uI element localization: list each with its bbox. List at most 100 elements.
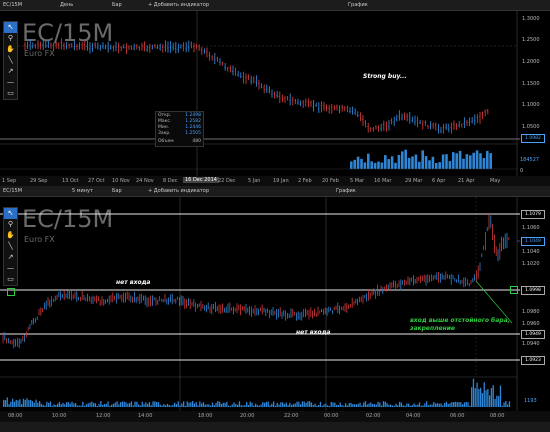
volume-bar bbox=[471, 387, 473, 407]
volume-bar bbox=[395, 403, 397, 407]
date-tick: 24 Nov bbox=[136, 178, 154, 184]
top-add-indicator-button[interactable]: + Добавить индикатор bbox=[148, 0, 209, 10]
bottom-timeframe-selector[interactable]: 5 минут bbox=[72, 186, 93, 196]
bottom-add-indicator-button[interactable]: + Добавить индикатор bbox=[148, 186, 209, 196]
volume-bar bbox=[28, 400, 30, 407]
bottom-symbol-selector[interactable]: EC/15M bbox=[3, 186, 22, 196]
date-tick: 16 Dec 2014 bbox=[183, 177, 219, 183]
volume-bar bbox=[475, 150, 479, 169]
volume-bar bbox=[339, 402, 341, 407]
volume-bar bbox=[215, 402, 217, 407]
entry-annotation: вход выше отстойного бара, закрепление bbox=[410, 317, 510, 332]
rectangle-tool-icon[interactable]: ▭ bbox=[4, 88, 17, 99]
top-price-tick: 1.2000 bbox=[522, 59, 540, 65]
zoom-tool-icon[interactable]: ⚲ bbox=[4, 33, 17, 44]
top-chart-type-selector[interactable]: Бар bbox=[112, 0, 122, 10]
top-chart-pane[interactable]: EC/15M Euro FX ↖ ⚲ ✋ ╲ ↗ — ▭ Откр. 1.2498… bbox=[0, 11, 550, 177]
line-tool-icon[interactable]: ╲ bbox=[4, 55, 17, 66]
volume-bar bbox=[183, 401, 185, 407]
volume-bar bbox=[411, 405, 413, 407]
time-tick: 22:00 bbox=[284, 413, 299, 419]
volume-bar bbox=[465, 154, 469, 169]
horizontal-line-tool-icon[interactable]: — bbox=[4, 77, 17, 88]
no-entry-annotation-1: нет входа bbox=[116, 279, 151, 286]
volume-bar bbox=[44, 405, 46, 407]
volume-bar bbox=[438, 403, 440, 407]
volume-bar bbox=[482, 158, 486, 169]
volume-bar bbox=[451, 402, 453, 407]
volume-bar bbox=[420, 405, 422, 407]
volume-bar bbox=[17, 400, 19, 407]
volume-bar bbox=[130, 401, 133, 407]
volume-bar bbox=[69, 403, 71, 407]
volume-bar bbox=[103, 403, 106, 407]
volume-bar bbox=[26, 398, 28, 407]
volume-bar bbox=[285, 402, 287, 407]
horizontal-line-tool-icon[interactable]: — bbox=[4, 263, 17, 274]
volume-bar bbox=[262, 402, 264, 407]
date-tick: 21 Apr bbox=[458, 178, 475, 184]
volume-bar bbox=[222, 402, 224, 407]
volume-bar bbox=[458, 150, 462, 169]
volume-bar bbox=[397, 154, 401, 169]
volume-bar bbox=[422, 405, 424, 407]
volume-bar bbox=[111, 404, 113, 407]
volume-bar bbox=[428, 160, 431, 169]
right-level-marker[interactable] bbox=[510, 286, 518, 294]
volume-bar bbox=[370, 402, 372, 407]
volume-bar bbox=[424, 403, 426, 407]
volume-bar bbox=[91, 401, 93, 407]
volume-bar bbox=[174, 402, 176, 407]
volume-bar bbox=[30, 399, 32, 407]
top-timeframe-selector[interactable]: День bbox=[60, 0, 73, 10]
volume-bar bbox=[8, 404, 10, 407]
volume-bar bbox=[132, 405, 134, 407]
status-bar bbox=[0, 422, 550, 432]
bottom-price-tick: 1.1060 bbox=[522, 225, 540, 231]
volume-bar bbox=[350, 161, 353, 169]
hand-tool-icon[interactable]: ✋ bbox=[4, 44, 17, 55]
volume-bar bbox=[404, 149, 407, 169]
hand-tool-icon[interactable]: ✋ bbox=[4, 230, 17, 241]
volume-bar bbox=[168, 404, 170, 407]
volume-bar bbox=[19, 399, 21, 407]
volume-bar bbox=[409, 405, 412, 407]
date-tick: 13 Oct bbox=[62, 178, 79, 184]
volume-bar bbox=[197, 405, 199, 407]
ray-tool-icon[interactable]: ↗ bbox=[4, 252, 17, 263]
volume-bar bbox=[139, 405, 142, 407]
bottom-chart-type-selector[interactable]: Бар bbox=[112, 186, 122, 196]
volume-bar bbox=[301, 401, 304, 407]
bottom-chart-pane[interactable]: EC/15M Euro FX ↖ ⚲ ✋ ╲ ↗ — ▭ нет входа н… bbox=[0, 197, 550, 422]
volume-bar bbox=[414, 154, 418, 169]
volume-bar bbox=[37, 402, 39, 407]
volume-bar bbox=[407, 157, 411, 169]
volume-bar bbox=[172, 404, 174, 407]
volume-bar bbox=[359, 402, 361, 407]
date-tick: 8 Dec bbox=[163, 178, 178, 184]
volume-bar bbox=[328, 405, 331, 407]
volume-bar bbox=[467, 402, 469, 407]
volume-bar bbox=[441, 154, 445, 169]
left-level-marker[interactable] bbox=[7, 288, 15, 296]
pointer-tool-icon[interactable]: ↖ bbox=[4, 22, 17, 33]
top-symbol-selector[interactable]: EC/15M bbox=[3, 0, 22, 10]
rectangle-tool-icon[interactable]: ▭ bbox=[4, 274, 17, 285]
volume-bar bbox=[165, 405, 167, 407]
ray-tool-icon[interactable]: ↗ bbox=[4, 66, 17, 77]
volume-bar bbox=[282, 402, 284, 407]
volume-bar bbox=[39, 401, 41, 407]
volume-bar bbox=[112, 403, 115, 407]
volume-bar bbox=[481, 393, 484, 407]
pointer-tool-icon[interactable]: ↖ bbox=[4, 208, 17, 219]
volume-bar bbox=[152, 401, 154, 407]
volume-bar bbox=[166, 403, 169, 407]
volume-bar bbox=[433, 401, 435, 407]
time-tick: 10:00 bbox=[52, 413, 67, 419]
line-tool-icon[interactable]: ╲ bbox=[4, 241, 17, 252]
top-price-tick: 1.1500 bbox=[522, 81, 540, 87]
volume-bar bbox=[465, 401, 467, 407]
volume-bar bbox=[219, 401, 221, 407]
volume-bar bbox=[258, 405, 260, 407]
zoom-tool-icon[interactable]: ⚲ bbox=[4, 219, 17, 230]
